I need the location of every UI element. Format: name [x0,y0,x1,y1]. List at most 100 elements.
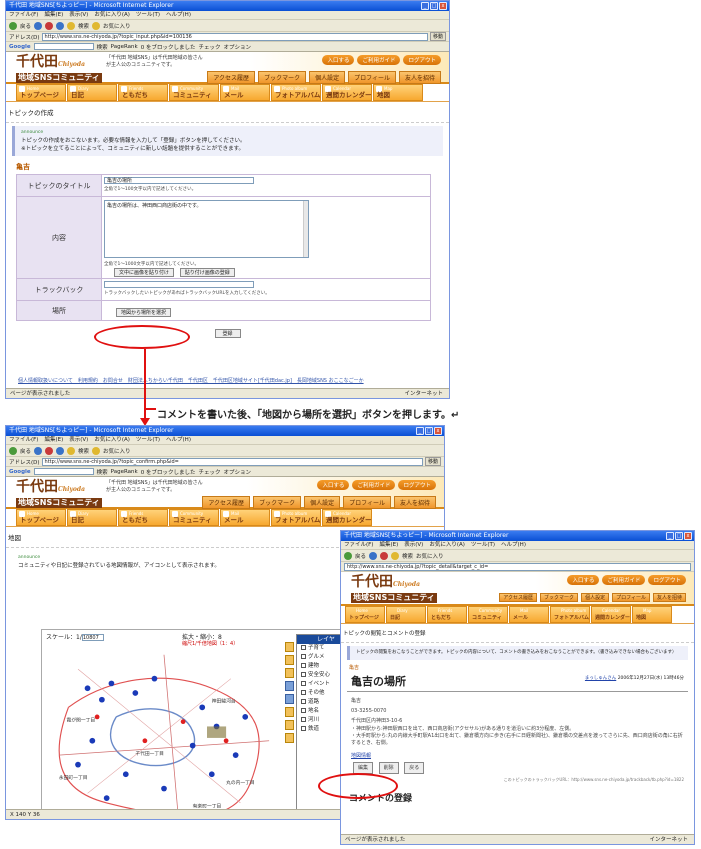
nav-home-2[interactable]: Home トップページ [16,509,66,526]
content-textarea[interactable]: 亀吉の場所は、神田西口商店街の中です。 [104,200,309,258]
nav-diary-2[interactable]: Diary 日記 [67,509,117,526]
menu-help-3[interactable]: ヘルプ(H) [501,542,526,548]
maximize-button[interactable]: □ [430,2,438,10]
google-search-input-2[interactable] [33,468,94,475]
logout-button[interactable]: ログアウト [403,55,441,65]
search-label-3[interactable]: 検索 [402,552,413,560]
nav-map-3[interactable]: Map 地図 [632,606,672,623]
delete-button[interactable]: 削除 [378,762,399,774]
nav-community-2[interactable]: Community コミュニティ [169,509,219,526]
favorites-label-2[interactable]: お気に入り [103,447,131,455]
zoom-in-icon[interactable] [285,681,294,691]
access-history-button-3[interactable]: アクセス履歴 [499,593,538,602]
nav-calendar-2[interactable]: Calendar 週間カレンダー [322,509,372,526]
personal-settings-button-2[interactable]: 個人設定 [304,496,341,509]
personal-settings-button[interactable]: 個人設定 [309,71,346,84]
back-icon-2[interactable] [9,446,17,455]
select-icon[interactable] [285,720,294,730]
back-icon-3[interactable] [344,551,352,560]
address-input-2[interactable]: http://www.sns.ne-chiyoda.jp/?topic_conf… [41,457,423,466]
profile-button-3[interactable]: プロフィール [612,593,650,602]
bookmark-button-2[interactable]: ブックマーク [253,496,302,509]
back-label[interactable]: 戻る [20,22,31,30]
nav-mail[interactable]: Mail メール [220,84,270,101]
search-label-2[interactable]: 検索 [78,447,89,455]
menu-file-3[interactable]: ファイル(F) [344,542,373,548]
select-place-from-map-button[interactable]: 地図から場所を選択 [116,308,172,317]
nav-home-3[interactable]: Home トップページ [345,606,385,623]
favorites-label-3[interactable]: お気に入り [416,552,444,560]
site-logo-2[interactable]: 千代田Chiyoda 地域SNSコミュニティ [16,480,102,508]
menu-favorites-2[interactable]: お気に入り(A) [94,437,130,443]
menu-view-3[interactable]: 表示(V) [404,542,423,548]
popup-blocked-label[interactable]: 0 をブロックしました [141,43,196,51]
menu-edit-3[interactable]: 編集(E) [379,542,398,548]
menu-tools-3[interactable]: ツール(T) [471,542,495,548]
maximize-button-3[interactable]: □ [675,532,683,540]
back-label-3[interactable]: 戻る [355,552,366,560]
menu-favorites-3[interactable]: お気に入り(A) [429,542,465,548]
bookmark-button-3[interactable]: ブックマーク [540,593,579,602]
nav-friends[interactable]: Friends ともだち [118,84,168,101]
close-button-2[interactable]: x [434,427,442,435]
site-logo[interactable]: 千代田Chiyoda 地域SNSコミュニティ [16,55,102,83]
menu-edit-2[interactable]: 編集(E) [44,437,63,443]
forward-icon-3[interactable] [369,551,378,560]
stop-icon-3[interactable] [380,551,389,560]
forward-icon[interactable] [34,21,43,30]
info-icon[interactable] [285,733,294,743]
nav-friends-3[interactable]: Friends ともだち [427,606,467,623]
menu-help[interactable]: ヘルプ(H) [166,12,191,18]
menu-view[interactable]: 表示(V) [69,12,88,18]
logout-button-3[interactable]: ログアウト [648,575,686,585]
go-button-2[interactable]: 移動 [424,457,441,466]
nav-map[interactable]: Map 地図 [373,84,423,101]
menu-view-2[interactable]: 表示(V) [69,437,88,443]
insert-image-button[interactable]: 文中に画像を貼り付け [114,268,175,277]
search-label[interactable]: 検索 [78,22,89,30]
nav-friends-2[interactable]: Friends ともだち [118,509,168,526]
invite-friend-button-3[interactable]: 友人を招待 [652,593,686,602]
forward-icon-2[interactable] [34,446,43,455]
menu-help-2[interactable]: ヘルプ(H) [166,437,191,443]
nav-photo-album-3[interactable]: Photo album フォトアルバム [550,606,590,623]
refresh-icon-2[interactable] [56,446,65,455]
bookmark-button[interactable]: ブックマーク [258,71,307,84]
back-button[interactable]: 戻る [404,762,425,774]
home-icon[interactable] [67,21,76,30]
nav-home[interactable]: Home トップページ [16,84,66,101]
map-info-link[interactable]: 地図情報 [351,753,371,759]
address-input-3[interactable]: http://www.sns.ne-chiyoda.jp/?topic_deta… [344,562,691,571]
back-label-2[interactable]: 戻る [20,447,31,455]
nav-photo-album[interactable]: Photo album フォトアルバム [271,84,321,101]
nav-photo-album-2[interactable]: Photo album フォトアルバム [271,509,321,526]
footer-links[interactable]: 個人情報取扱いについて 利用規約 お問合せ 財団法人ちからい千代田 千代田区 千… [6,377,449,386]
menu-file[interactable]: ファイル(F) [9,12,38,18]
nav-calendar[interactable]: Calendar 週間カレンダー [322,84,372,101]
maximize-button-2[interactable]: □ [425,427,433,435]
nav-community[interactable]: Community コミュニティ [169,84,219,101]
google-search-button[interactable]: 検索 [97,43,108,51]
favorites-icon[interactable] [92,21,101,30]
logout-button-2[interactable]: ログアウト [398,480,436,490]
close-button[interactable]: x [439,2,447,10]
pan-left-icon[interactable] [285,655,294,665]
stop-icon-2[interactable] [45,446,54,455]
options-button-2[interactable]: オプション [223,468,251,476]
map-canvas[interactable]: 霞が関一丁目 永田町一丁目 千代田一丁目 有楽町一丁目 神田駿河台 丸の内一丁目… [44,650,284,820]
minimize-button-3[interactable]: _ [666,532,674,540]
guide-button[interactable]: ご利用ガイド [357,55,401,65]
invite-friend-button[interactable]: 友人を招待 [398,71,441,84]
guide-button-3[interactable]: ご利用ガイド [602,575,646,585]
minimize-button[interactable]: _ [421,2,429,10]
minimize-button-2[interactable]: _ [416,427,424,435]
stop-icon[interactable] [45,21,54,30]
back-icon[interactable] [9,21,17,30]
hand-icon[interactable] [285,707,294,717]
personal-settings-button-3[interactable]: 個人設定 [581,593,610,602]
nav-diary-3[interactable]: Diary 日記 [386,606,426,623]
google-search-button-2[interactable]: 検索 [97,468,108,476]
close-button-3[interactable]: x [684,532,692,540]
options-button[interactable]: オプション [223,43,251,51]
address-input[interactable]: http://www.sns.ne-chiyoda.jp/?topic_inpu… [41,32,428,41]
